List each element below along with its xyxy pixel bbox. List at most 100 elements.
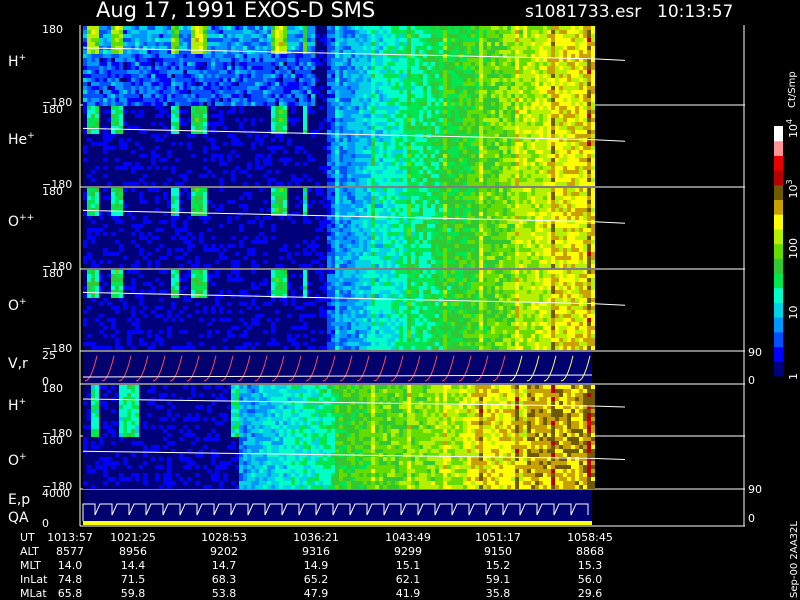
- heatmap-cell: [235, 42, 239, 46]
- heatmap-cell: [351, 70, 355, 74]
- heatmap-cell: [175, 38, 179, 42]
- heatmap-cell: [499, 114, 503, 118]
- heatmap-cell: [127, 90, 131, 94]
- heatmap-cell: [347, 162, 351, 166]
- heatmap-cell: [471, 34, 475, 38]
- heatmap-cell: [439, 58, 443, 62]
- heatmap-cell: [271, 42, 275, 46]
- heatmap-cell: [367, 98, 371, 102]
- heatmap-cell: [423, 70, 427, 74]
- heatmap-cell: [295, 54, 299, 58]
- heatmap-cell: [167, 78, 171, 82]
- heatmap-cell: [219, 162, 223, 166]
- heatmap-cell: [491, 174, 495, 178]
- heatmap-cell: [511, 70, 515, 74]
- heatmap-cell: [475, 46, 479, 50]
- heatmap-cell: [515, 146, 519, 150]
- heatmap-cell: [543, 110, 547, 114]
- heatmap-cell: [235, 158, 239, 162]
- heatmap-cell: [579, 118, 583, 122]
- heatmap-cell: [327, 66, 331, 70]
- heatmap-cell: [395, 138, 399, 142]
- heatmap-cell: [167, 166, 171, 170]
- heatmap-cell: [551, 34, 555, 38]
- heatmap-cell: [159, 150, 163, 154]
- heatmap-cell: [287, 154, 291, 158]
- heatmap-cell: [415, 62, 419, 66]
- heatmap-cell: [491, 114, 495, 118]
- heatmap-cell: [211, 42, 215, 46]
- heatmap-cell: [139, 50, 143, 54]
- heatmap-cell: [123, 66, 127, 70]
- heatmap-cell: [179, 30, 183, 34]
- heatmap-cell: [443, 158, 447, 162]
- heatmap-cell: [567, 38, 571, 42]
- heatmap-cell: [439, 138, 443, 142]
- heatmap-cell: [443, 118, 447, 122]
- heatmap-cell: [151, 138, 155, 142]
- heatmap-cell: [239, 142, 243, 146]
- heatmap-cell: [363, 122, 367, 126]
- heatmap-cell: [211, 126, 215, 130]
- heatmap-cell: [243, 162, 247, 166]
- heatmap-cell: [211, 26, 215, 30]
- heatmap-cell: [195, 62, 199, 66]
- heatmap-cell: [275, 42, 279, 46]
- heatmap-cell: [467, 34, 471, 38]
- heatmap-cell: [199, 134, 203, 138]
- heatmap-cell: [355, 166, 359, 170]
- heatmap-cell: [235, 118, 239, 122]
- heatmap-cell: [555, 174, 559, 178]
- heatmap-cell: [591, 42, 595, 46]
- heatmap-cell: [583, 78, 587, 82]
- heatmap-cell: [191, 126, 195, 130]
- heatmap-cell: [359, 74, 363, 78]
- heatmap-cell: [299, 110, 303, 114]
- heatmap-cell: [175, 170, 179, 174]
- heatmap-cell: [295, 158, 299, 162]
- heatmap-cell: [319, 174, 323, 178]
- heatmap-cell: [539, 130, 543, 134]
- heatmap-cell: [339, 130, 343, 134]
- heatmap-cell: [535, 98, 539, 102]
- heatmap-cell: [319, 158, 323, 162]
- heatmap-cell: [463, 110, 467, 114]
- heatmap-cell: [467, 126, 471, 130]
- heatmap-cell: [531, 142, 535, 146]
- heatmap-cell: [459, 78, 463, 82]
- heatmap-cell: [491, 34, 495, 38]
- heatmap-cell: [575, 62, 579, 66]
- heatmap-cell: [559, 86, 563, 90]
- heatmap-cell: [439, 170, 443, 174]
- heatmap-cell: [531, 70, 535, 74]
- heatmap-cell: [183, 166, 187, 170]
- heatmap-cell: [567, 118, 571, 122]
- heatmap-cell: [419, 26, 423, 30]
- heatmap-cell: [415, 66, 419, 70]
- heatmap-cell: [519, 178, 523, 182]
- heatmap-cell: [435, 26, 439, 30]
- heatmap-cell: [591, 158, 595, 162]
- heatmap-cell: [107, 134, 111, 138]
- heatmap-cell: [311, 30, 315, 34]
- heatmap-cell: [575, 146, 579, 150]
- heatmap-cell: [219, 134, 223, 138]
- heatmap-cell: [219, 38, 223, 42]
- heatmap-cell: [467, 170, 471, 174]
- heatmap-cell: [135, 118, 139, 122]
- heatmap-cell: [155, 158, 159, 162]
- heatmap-cell: [251, 70, 255, 74]
- heatmap-cell: [311, 54, 315, 58]
- heatmap-cell: [431, 102, 435, 106]
- heatmap-cell: [175, 154, 179, 158]
- heatmap-cell: [543, 50, 547, 54]
- heatmap-cell: [95, 26, 99, 30]
- heatmap-cell: [191, 146, 195, 150]
- heatmap-cell: [375, 38, 379, 42]
- heatmap-cell: [363, 86, 367, 90]
- heatmap-cell: [307, 166, 311, 170]
- heatmap-cell: [435, 158, 439, 162]
- heatmap-cell: [455, 106, 459, 110]
- heatmap-cell: [327, 166, 331, 170]
- heatmap-cell: [379, 90, 383, 94]
